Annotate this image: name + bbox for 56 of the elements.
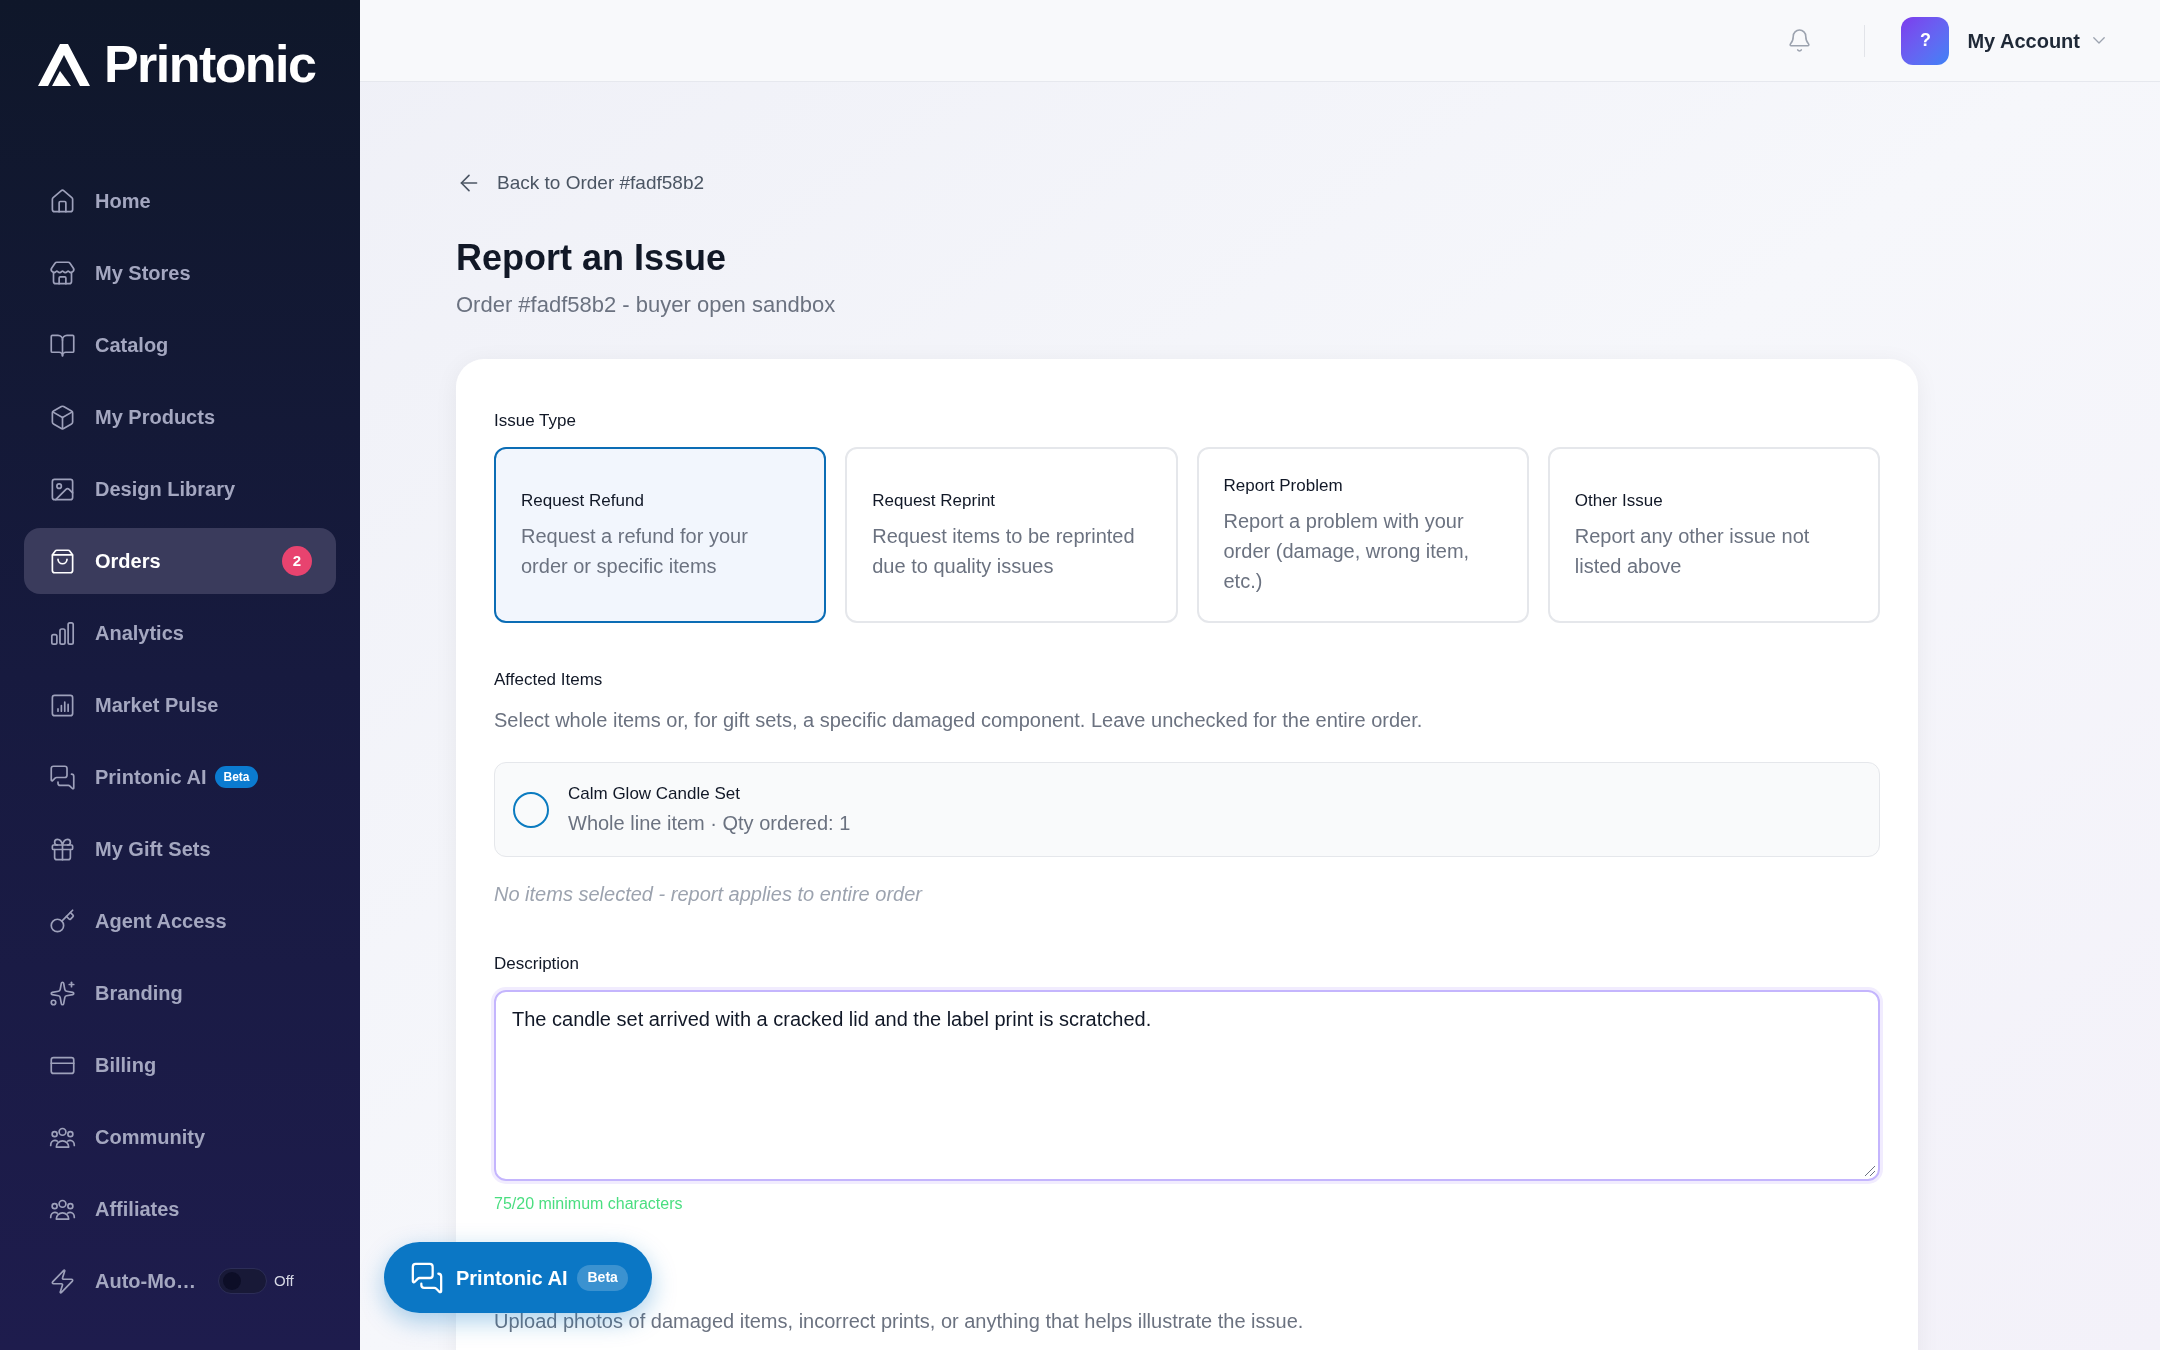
nav-item[interactable]: Orders 2: [24, 528, 336, 594]
issue-type-option[interactable]: Request Reprint Request items to be reprinted due to quality issues: [845, 447, 1178, 623]
nav-item[interactable]: Branding: [24, 960, 336, 1026]
key-icon: [49, 907, 76, 935]
lightning-icon: [49, 1267, 76, 1295]
bar-chart-icon: [49, 619, 76, 647]
toggle-state-label: Off: [274, 1270, 294, 1291]
description-field[interactable]: The candle set arrived with a cracked lid and the label print is scratched.: [494, 990, 1880, 1181]
resize-handle-icon[interactable]: [1865, 1166, 1875, 1176]
sparkles-icon: [49, 979, 76, 1007]
nav-item[interactable]: Market Pulse: [24, 672, 336, 738]
section-hint: Select whole items or, for gift sets, a specific damaged component. Leave unchecked for the entire order.: [494, 708, 1423, 733]
logo-icon: [38, 42, 90, 86]
beta-tag: Beta: [577, 1264, 628, 1291]
account-menu[interactable]: ? My Account: [1901, 16, 2105, 65]
brand-name: Printonic: [104, 38, 316, 90]
cube-icon: [49, 403, 76, 431]
nav-item[interactable]: My Products: [24, 384, 336, 450]
issue-type-option[interactable]: Report Problem Report a problem with your order (damage, wrong item, etc.): [1196, 447, 1529, 623]
character-counter: 75/20 minimum characters: [494, 1194, 683, 1214]
issue-type-option[interactable]: Other Issue Report any other issue not listed above: [1547, 447, 1880, 623]
nav-item[interactable]: Billing: [24, 1032, 336, 1098]
nav-item[interactable]: My Gift Sets: [24, 816, 336, 882]
chat-bubbles-icon: [410, 1260, 444, 1295]
issue-type-option[interactable]: Request Refund Request a refund for your order or specific items: [494, 447, 827, 623]
nav-item[interactable]: Agent Access: [24, 888, 336, 954]
radio-button[interactable]: [513, 791, 549, 828]
store-icon: [49, 259, 76, 287]
nav-item[interactable]: My Stores: [24, 240, 336, 306]
empty-selection-note: No items selected - report applies to entire order: [494, 882, 922, 907]
assistant-button[interactable]: Printonic AI Beta: [384, 1242, 652, 1313]
nav-item[interactable]: Printonic AI Beta: [24, 744, 336, 810]
beta-tag: Beta: [215, 766, 258, 788]
nav-item[interactable]: Community: [24, 1104, 336, 1170]
nav-item[interactable]: Home: [24, 168, 336, 234]
nav-item[interactable]: Auto-Mo…: [24, 1248, 204, 1314]
avatar: ?: [1901, 16, 1950, 65]
shopping-bag-icon: [49, 547, 76, 575]
chevron-down-icon: [2093, 37, 2105, 44]
nav-item[interactable]: Analytics: [24, 600, 336, 666]
nav-item[interactable]: Design Library: [24, 456, 336, 522]
bell-icon[interactable]: [1787, 28, 1813, 53]
back-link[interactable]: Back to Order #fadf58b2: [456, 169, 704, 197]
item-detail: Whole line item · Qty ordered: 1: [568, 811, 851, 836]
chat-bubbles-icon: [49, 763, 76, 791]
item-name: Calm Glow Candle Set: [568, 783, 740, 805]
page-title: Report an Issue: [456, 236, 727, 280]
page-subtitle: Order #fadf58b2 - buyer open sandbox: [456, 291, 836, 319]
count-badge: 2: [282, 546, 312, 576]
section-label: Affected Items: [494, 669, 603, 691]
section-label: Description: [494, 953, 580, 975]
nav-item[interactable]: Affiliates: [24, 1176, 336, 1242]
section-label: Issue Type: [494, 410, 576, 432]
toggle-switch[interactable]: [218, 1268, 267, 1294]
home-icon: [49, 187, 76, 215]
nav-item[interactable]: Catalog: [24, 312, 336, 378]
